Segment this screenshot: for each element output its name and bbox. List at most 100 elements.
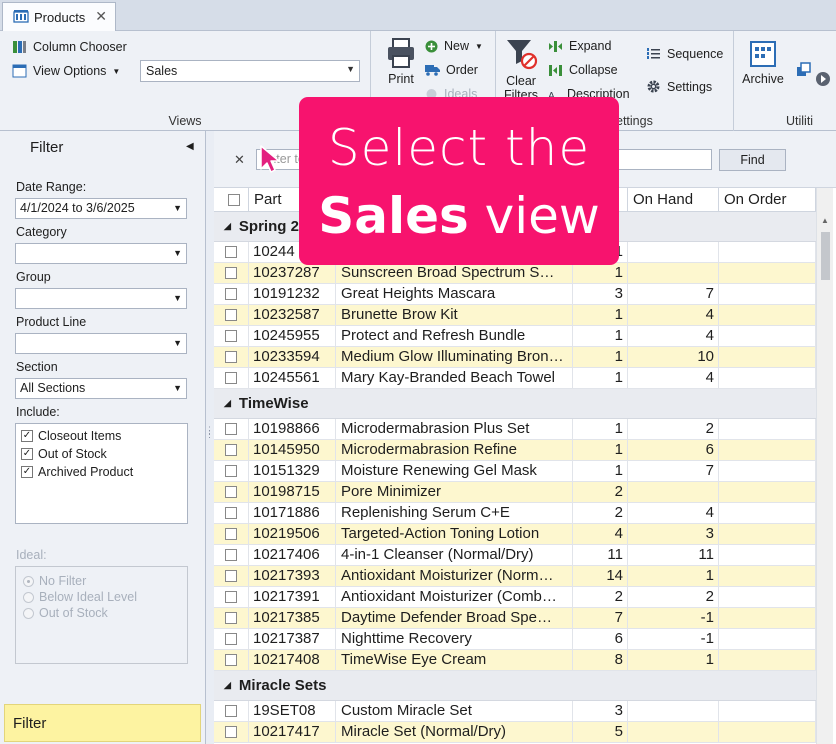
table-row[interactable]: 10237287 Sunscreen Broad Spectrum S… 1 [214, 263, 816, 284]
clear-filters-button[interactable]: Clear Filters [499, 37, 543, 102]
row-checkbox[interactable] [214, 482, 249, 502]
table-row[interactable]: 10217387 Nighttime Recovery 6 -1 [214, 629, 816, 650]
group-collapse-icon[interactable]: ◢ [224, 398, 231, 409]
section-select[interactable]: All Sections ▼ [15, 378, 187, 399]
table-row[interactable]: 10217391 Antioxidant Moisturizer (Comb… 2 2 [214, 587, 816, 608]
table-row[interactable]: 10232587 Brunette Brow Kit 1 4 [214, 305, 816, 326]
new-button[interactable]: New ▼ [425, 39, 483, 53]
find-button[interactable]: Find [719, 149, 786, 171]
table-row[interactable]: 10217408 TimeWise Eye Cream 8 1 [214, 650, 816, 671]
row-checkbox[interactable] [214, 305, 249, 325]
row-checkbox[interactable] [214, 440, 249, 460]
row-checkbox[interactable] [214, 503, 249, 523]
group-row[interactable]: ◢ Miracle Sets [214, 671, 816, 701]
settings-button[interactable]: Settings [646, 79, 712, 94]
qty-cell: 1 [573, 419, 628, 439]
column-header-on-hand[interactable]: On Hand [628, 188, 719, 211]
row-checkbox[interactable] [214, 722, 249, 742]
tab-products[interactable]: Products ✕ [2, 2, 116, 31]
group-row[interactable]: ◢ TimeWise [214, 389, 816, 419]
copy-icon[interactable] [796, 62, 812, 81]
part-cell: 10245955 [249, 326, 336, 346]
table-row[interactable]: 10171886 Replenishing Serum C+E 2 4 [214, 503, 816, 524]
row-checkbox[interactable] [214, 545, 249, 565]
select-all-checkbox[interactable] [214, 188, 249, 211]
print-button[interactable]: Print [379, 37, 423, 86]
row-checkbox[interactable] [214, 263, 249, 283]
table-row[interactable]: 10145950 Microdermabrasion Refine 1 6 [214, 440, 816, 461]
row-checkbox[interactable] [214, 524, 249, 544]
radio-button[interactable] [23, 591, 34, 603]
table-row[interactable]: 10217393 Antioxidant Moisturizer (Norm… 14… [214, 566, 816, 587]
sequence-button[interactable]: Sequence [646, 47, 723, 61]
row-checkbox[interactable] [214, 566, 249, 586]
checkbox[interactable]: ✓ [21, 448, 33, 460]
scrollbar-thumb[interactable] [821, 232, 830, 280]
row-checkbox[interactable] [214, 587, 249, 607]
ideal-option[interactable]: Below Ideal Level [16, 589, 187, 605]
product-line-select[interactable]: ▼ [15, 333, 187, 354]
row-checkbox[interactable] [214, 701, 249, 721]
table-row[interactable]: 10245955 Protect and Refresh Bundle 1 4 [214, 326, 816, 347]
clear-search-icon[interactable]: ✕ [234, 152, 245, 168]
table-row[interactable]: 10217385 Daytime Defender Broad Spe… 7 -1 [214, 608, 816, 629]
column-header-on-order[interactable]: On Order [719, 188, 816, 211]
category-select[interactable]: ▼ [15, 243, 187, 264]
row-checkbox[interactable] [214, 629, 249, 649]
checkbox[interactable]: ✓ [21, 430, 33, 442]
row-checkbox[interactable] [214, 368, 249, 388]
order-button[interactable]: Order [425, 63, 478, 77]
archive-button[interactable]: Archive [740, 39, 786, 86]
splitter-handle[interactable]: ⋮ ⋮ [205, 426, 214, 439]
ideal-option[interactable]: Out of Stock [16, 605, 187, 621]
vertical-scrollbar[interactable]: ▲ [816, 188, 833, 744]
callout-line-2-rest: view [468, 187, 600, 245]
include-option[interactable]: ✓ Out of Stock [16, 445, 187, 463]
table-row[interactable]: 10198866 Microdermabrasion Plus Set 1 2 [214, 419, 816, 440]
group-collapse-icon[interactable]: ◢ [224, 680, 231, 691]
table-row[interactable]: 19SET08 Custom Miracle Set 3 [214, 701, 816, 722]
view-select[interactable]: Sales ▼ [140, 60, 360, 82]
table-row[interactable]: 10217417 Miracle Set (Normal/Dry) 5 [214, 722, 816, 743]
row-checkbox[interactable] [214, 242, 249, 262]
chevron-down-icon: ▼ [173, 248, 182, 258]
group-select[interactable]: ▼ [15, 288, 187, 309]
row-checkbox[interactable] [214, 347, 249, 367]
row-checkbox[interactable] [214, 326, 249, 346]
row-checkbox[interactable] [214, 419, 249, 439]
table-row[interactable]: 10219506 Targeted-Action Toning Lotion 4 3 [214, 524, 816, 545]
include-option[interactable]: ✓ Archived Product [16, 463, 187, 481]
view-options-button[interactable]: View Options ▼ [12, 64, 120, 78]
on-hand-cell [628, 242, 719, 262]
table-row[interactable]: 10198715 Pore Minimizer 2 [214, 482, 816, 503]
checkbox[interactable]: ✓ [21, 466, 33, 478]
row-checkbox[interactable] [214, 284, 249, 304]
scroll-right-icon[interactable] [816, 72, 830, 89]
row-checkbox[interactable] [214, 650, 249, 670]
group-name: TimeWise [238, 395, 309, 412]
include-option-label: Closeout Items [38, 429, 122, 443]
row-checkbox[interactable] [214, 461, 249, 481]
group-name: Miracle Sets [238, 677, 327, 694]
table-row[interactable]: 10151329 Moisture Renewing Gel Mask 1 7 [214, 461, 816, 482]
collapse-panel-icon[interactable]: ◀ [186, 141, 194, 152]
chevron-down-icon: ▼ [475, 41, 483, 51]
radio-button[interactable] [23, 575, 34, 587]
table-row[interactable]: 10245561 Mary Kay-Branded Beach Towel 1 4 [214, 368, 816, 389]
table-row[interactable]: 10217406 4-in-1 Cleanser (Normal/Dry) 11 11 [214, 545, 816, 566]
close-icon[interactable]: ✕ [95, 8, 107, 25]
date-range-select[interactable]: 4/1/2024 to 3/6/2025 ▼ [15, 198, 187, 219]
scroll-up-icon[interactable]: ▲ [821, 216, 829, 225]
include-option[interactable]: ✓ Closeout Items [16, 427, 187, 445]
collapse-button[interactable]: Collapse [548, 63, 618, 77]
ideal-option[interactable]: No Filter [16, 573, 187, 589]
filter-button[interactable]: Filter [4, 704, 201, 742]
expand-button[interactable]: Expand [548, 39, 611, 53]
group-collapse-icon[interactable]: ◢ [224, 221, 231, 232]
table-row[interactable]: 10191232 Great Heights Mascara 3 7 [214, 284, 816, 305]
row-checkbox[interactable] [214, 608, 249, 628]
column-chooser-button[interactable]: Column Chooser [12, 40, 127, 54]
include-list: ✓ Closeout Items ✓ Out of Stock ✓ Archived Pr… [15, 423, 188, 524]
radio-button[interactable] [23, 607, 34, 619]
table-row[interactable]: 10233594 Medium Glow Illuminating Bron… 1 1… [214, 347, 816, 368]
